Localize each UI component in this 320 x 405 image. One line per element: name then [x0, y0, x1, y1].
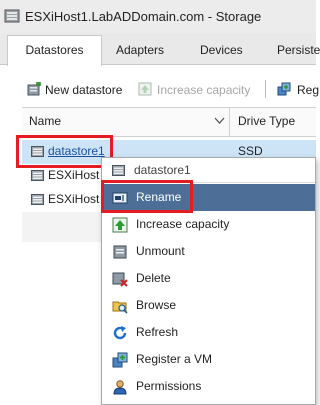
- menu-item-label: Increase capacity: [136, 217, 230, 231]
- drive-type-cell: SSD: [238, 144, 263, 158]
- register-vm-icon: [277, 82, 291, 96]
- new-datastore-icon: [27, 82, 41, 96]
- menu-item-label: Delete: [136, 271, 171, 285]
- tab-adapters[interactable]: Adapters: [116, 36, 164, 64]
- menu-item-browse[interactable]: Browse: [102, 292, 315, 319]
- menu-item-label: Refresh: [136, 325, 179, 339]
- annotation-highlight-rename: [101, 180, 193, 213]
- datastore-icon: [31, 194, 44, 205]
- tab-datastores[interactable]: Datastores: [7, 35, 102, 66]
- datastore-name[interactable]: ESXiHost: [48, 168, 99, 182]
- tab-persistent[interactable]: Persiste: [277, 36, 320, 64]
- permissions-icon: [113, 380, 127, 395]
- menu-item-label: Browse: [136, 298, 177, 312]
- register-vm-icon: [112, 352, 128, 368]
- context-menu-title: datastore1: [134, 163, 191, 177]
- menu-item-label: Register a VM: [136, 352, 213, 366]
- menu-item-register-vm[interactable]: Register a VM: [102, 346, 315, 373]
- tab-devices[interactable]: Devices: [200, 36, 243, 64]
- datastore-icon: [31, 170, 44, 181]
- new-datastore-button[interactable]: New datastore: [45, 81, 122, 99]
- menu-item-permissions[interactable]: Permissions: [102, 373, 315, 400]
- unmount-icon: [113, 245, 127, 259]
- increase-capacity-icon: [138, 82, 152, 96]
- increase-capacity-icon: [112, 217, 128, 233]
- window-title-bar: ESXiHost1.LabADDomain.com - Storage: [0, 0, 316, 34]
- register-vm-button[interactable]: Reg: [297, 81, 319, 99]
- increase-capacity-button[interactable]: Increase capacity: [157, 81, 250, 99]
- toolbar-divider: [265, 80, 266, 98]
- column-header-drive-type[interactable]: Drive Type: [238, 114, 295, 128]
- storage-icon: [4, 9, 20, 23]
- column-header-name[interactable]: Name: [29, 114, 61, 128]
- datastore-name[interactable]: ESXiHost: [48, 192, 99, 206]
- menu-item-unmount[interactable]: Unmount: [102, 238, 315, 265]
- window-title: ESXiHost1.LabADDomain.com - Storage: [25, 9, 262, 24]
- annotation-highlight-datastore: [16, 135, 113, 168]
- menu-item-delete[interactable]: Delete: [102, 265, 315, 292]
- menu-item-label: Unmount: [136, 244, 185, 258]
- browse-icon: [112, 301, 128, 314]
- datastore-icon: [112, 165, 125, 176]
- menu-item-label: Permissions: [136, 379, 202, 393]
- column-separator: [229, 108, 230, 136]
- menu-item-refresh[interactable]: Refresh: [102, 319, 315, 346]
- refresh-icon: [113, 326, 127, 340]
- menu-item-increase-capacity[interactable]: Increase capacity: [102, 211, 315, 238]
- delete-icon: [112, 272, 128, 287]
- chevron-down-icon[interactable]: [214, 117, 225, 125]
